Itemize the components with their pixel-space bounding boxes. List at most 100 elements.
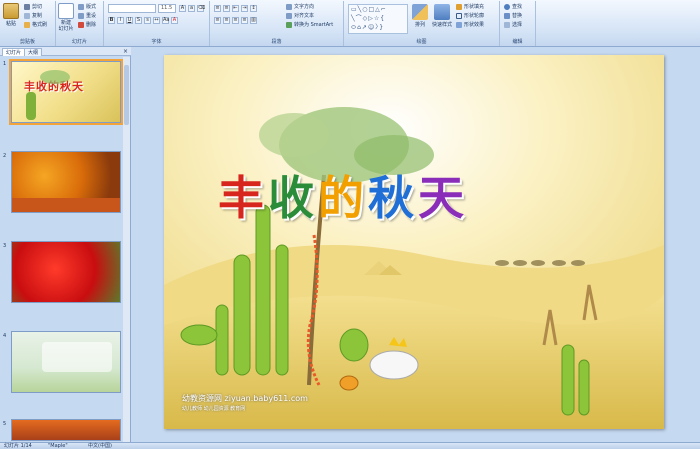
- delete-button[interactable]: 删除: [78, 21, 96, 28]
- slide-thumb-1[interactable]: 丰收的秋天: [9, 59, 123, 125]
- align-text-button[interactable]: 对齐文本: [286, 12, 314, 19]
- font-color-icon[interactable]: A: [171, 17, 178, 24]
- align-right-icon[interactable]: ≡: [232, 17, 239, 24]
- thumb-textbox: [42, 342, 112, 372]
- title-char: 天: [418, 171, 464, 225]
- shape-outline-button[interactable]: 形状轮廓: [456, 12, 484, 19]
- group-label-slides: 幻灯片: [71, 39, 87, 45]
- find-icon: [504, 3, 510, 10]
- layout-button[interactable]: 版式: [78, 3, 96, 10]
- thumb-tree: [40, 70, 70, 84]
- shape-effects-button[interactable]: 形状效果: [456, 21, 484, 28]
- align-left-icon[interactable]: ≡: [214, 17, 221, 24]
- find-button[interactable]: 查找: [504, 3, 522, 10]
- indent-icon[interactable]: ⇥: [241, 5, 248, 12]
- pane-tabs: 幻灯片 大纲 ×: [0, 47, 131, 56]
- case-icon[interactable]: Aa: [162, 17, 169, 24]
- group-label-clipboard: 剪贴板: [19, 39, 35, 45]
- slide-position: 幻灯片 1/14: [4, 443, 32, 449]
- spacing-icon[interactable]: ↔: [153, 17, 160, 24]
- columns-icon[interactable]: ▥: [250, 17, 257, 24]
- slide-number: 4: [3, 333, 7, 339]
- close-icon[interactable]: ×: [123, 47, 128, 56]
- tab-outline[interactable]: 大纲: [24, 48, 43, 56]
- text-direction-button[interactable]: 文字方向: [286, 3, 314, 10]
- scissors-icon: [24, 3, 30, 10]
- shrink-font-icon[interactable]: a: [188, 5, 195, 12]
- paste-button[interactable]: 粘贴: [3, 3, 19, 27]
- grow-font-icon[interactable]: A: [179, 5, 186, 12]
- thumb-ground: [12, 198, 120, 212]
- text-direction-icon: [286, 3, 292, 10]
- font-grow-shrink: Aa ⌫: [179, 5, 205, 12]
- font-size-combo[interactable]: 11.5: [158, 4, 176, 13]
- strikethrough-icon[interactable]: S: [135, 17, 142, 24]
- group-label-font: 字体: [151, 39, 162, 45]
- new-slide-button[interactable]: 新建 幻灯片: [58, 3, 74, 32]
- shape-fill-button[interactable]: 形状填充: [456, 3, 484, 10]
- paragraph-group: ≡ ≡ ⇤ ⇥ ↕ ≡ ≡ ≡ ≡ ▥ 文字方向 对齐文本 转换为 SmartArt 段落: [210, 1, 344, 46]
- title-char: 的: [318, 171, 364, 225]
- reset-icon: [78, 12, 84, 19]
- tab-slides[interactable]: 幻灯片: [2, 48, 26, 56]
- arrange-button[interactable]: 排列: [412, 4, 428, 28]
- align-center-icon[interactable]: ≡: [223, 17, 230, 24]
- align-row: ≡ ≡ ≡ ≡ ▥: [214, 17, 257, 24]
- quick-styles-button[interactable]: 快速样式: [432, 4, 452, 28]
- underline-icon[interactable]: U: [126, 17, 133, 24]
- group-label-editing: 编辑: [512, 39, 523, 45]
- slide-title[interactable]: 丰 收 的 秋 天: [218, 173, 464, 223]
- thumb-cactus: [26, 92, 36, 120]
- group-label-paragraph: 段落: [271, 39, 282, 45]
- arrange-icon: [412, 4, 428, 20]
- bold-icon[interactable]: B: [108, 17, 115, 24]
- clear-format-icon[interactable]: ⌫: [197, 5, 205, 12]
- shadow-icon[interactable]: s: [144, 17, 151, 24]
- shapes-gallery[interactable]: ▭╲○□△⌐ ╲⌒◇▷☆{⬭⌂↗☺︎〉}: [348, 4, 408, 34]
- numbering-icon[interactable]: ≡: [223, 5, 230, 12]
- bullets-icon[interactable]: ≡: [214, 5, 221, 12]
- title-char: 收: [268, 171, 314, 225]
- slide-thumb-3[interactable]: [11, 241, 121, 303]
- slide-thumb-5[interactable]: [11, 419, 121, 441]
- slide-canvas[interactable]: 丰 收 的 秋 天 幼教资源网 ziyuan.baby611.com 幼儿教师 …: [164, 55, 664, 429]
- slide-thumb-4[interactable]: [11, 331, 121, 393]
- editing-group: 查找 替换 选择 编辑: [500, 1, 536, 46]
- slide-workspace: 丰 收 的 秋 天 幼教资源网 ziyuan.baby611.com 幼儿教师 …: [132, 47, 700, 442]
- copy-icon: [24, 12, 30, 19]
- smartart-icon: [286, 21, 292, 28]
- smartart-button[interactable]: 转换为 SmartArt: [286, 21, 333, 28]
- slide-number: 3: [3, 243, 7, 249]
- line-spacing-icon[interactable]: ↕: [250, 5, 257, 12]
- cut-button[interactable]: 剪切: [24, 3, 42, 10]
- align-text-icon: [286, 12, 292, 19]
- copy-button[interactable]: 复制: [24, 12, 42, 19]
- outline-icon: [456, 12, 462, 19]
- justify-icon[interactable]: ≡: [241, 17, 248, 24]
- scrollbar-thumb[interactable]: [124, 65, 129, 125]
- replace-icon: [504, 12, 510, 19]
- language[interactable]: 中文(中国): [88, 443, 112, 449]
- reset-button[interactable]: 重设: [78, 12, 96, 19]
- slide-number: 2: [3, 153, 7, 159]
- italic-icon[interactable]: I: [117, 17, 124, 24]
- layout-icon: [78, 3, 84, 10]
- list-row: ≡ ≡ ⇤ ⇥ ↕: [214, 5, 257, 12]
- paste-icon: [3, 3, 19, 19]
- pane-scrollbar[interactable]: [123, 57, 130, 442]
- slide-thumb-2[interactable]: [11, 151, 121, 213]
- clipboard-group: 粘贴 剪切 复制 格式刷 剪贴板: [0, 1, 56, 46]
- slide-number: 5: [3, 421, 7, 427]
- new-slide-icon: [58, 3, 74, 19]
- delete-icon: [78, 21, 84, 28]
- slide-background: [164, 55, 664, 429]
- font-name-combo[interactable]: [108, 4, 156, 13]
- outdent-icon[interactable]: ⇤: [232, 5, 239, 12]
- ribbon: 粘贴 剪切 复制 格式刷 剪贴板 新建 幻灯片 版式 重设 删除 幻灯片 11.…: [0, 0, 700, 47]
- replace-button[interactable]: 替换: [504, 12, 522, 19]
- slide-number: 1: [3, 61, 7, 67]
- select-button[interactable]: 选择: [504, 21, 522, 28]
- slides-pane: 幻灯片 大纲 × 1 丰收的秋天 2 3 4 5: [0, 47, 131, 442]
- format-painter-button[interactable]: 格式刷: [24, 21, 47, 28]
- fill-icon: [456, 3, 462, 10]
